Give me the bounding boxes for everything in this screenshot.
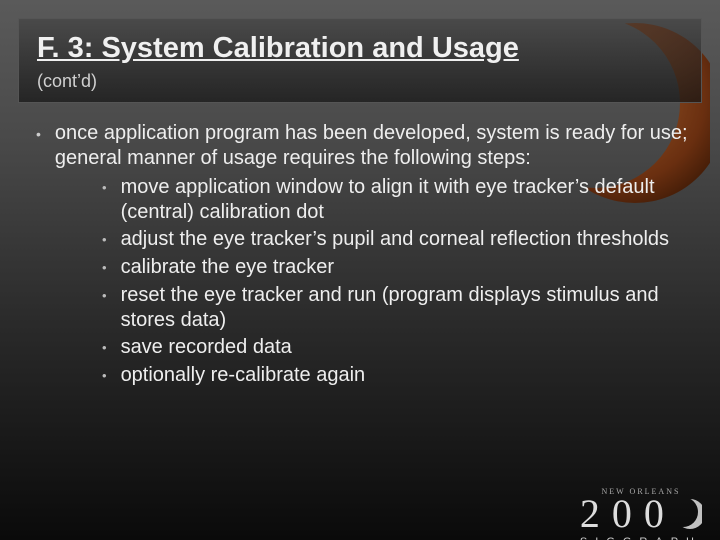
logo-digit: 0	[644, 494, 670, 534]
siggraph-logo: NEW ORLEANS 2 0 0 SIGGRAPH	[580, 487, 702, 540]
logo-org: SIGGRAPH	[580, 536, 702, 540]
bullet-dot-icon: •	[102, 227, 107, 253]
bullet-text: calibrate the eye tracker	[121, 255, 690, 280]
bullet-level2: • reset the eye tracker and run (program…	[102, 283, 690, 333]
slide-title: F. 3: System Calibration and Usage	[37, 33, 683, 65]
slide-body: • once application program has been deve…	[0, 103, 720, 389]
sub-bullet-list: • move application window to align it wi…	[36, 175, 690, 389]
header-box: F. 3: System Calibration and Usage (cont…	[18, 18, 702, 103]
bullet-level1: • once application program has been deve…	[36, 121, 690, 171]
bullet-dot-icon: •	[102, 283, 107, 309]
bullet-text: move application window to align it with…	[121, 175, 690, 225]
crescent-icon	[676, 497, 702, 531]
logo-digit: 2	[580, 494, 606, 534]
bullet-text: once application program has been develo…	[55, 121, 690, 171]
bullet-level2: • move application window to align it wi…	[102, 175, 690, 225]
bullet-text: optionally re-calibrate again	[121, 363, 690, 388]
bullet-dot-icon: •	[102, 175, 107, 201]
bullet-text: reset the eye tracker and run (program d…	[121, 283, 690, 333]
bullet-level2: • optionally re-calibrate again	[102, 363, 690, 389]
logo-location: NEW ORLEANS	[580, 487, 702, 496]
bullet-level2: • adjust the eye tracker’s pupil and cor…	[102, 227, 690, 253]
bullet-level2: • save recorded data	[102, 335, 690, 361]
bullet-text: save recorded data	[121, 335, 690, 360]
slide: F. 3: System Calibration and Usage (cont…	[0, 18, 720, 540]
bullet-dot-icon: •	[36, 121, 41, 147]
bullet-level2: • calibrate the eye tracker	[102, 255, 690, 281]
slide-subtitle: (cont’d)	[37, 71, 683, 92]
bullet-dot-icon: •	[102, 363, 107, 389]
logo-digit: 0	[612, 494, 638, 534]
bullet-text: adjust the eye tracker’s pupil and corne…	[121, 227, 690, 252]
bullet-dot-icon: •	[102, 255, 107, 281]
bullet-dot-icon: •	[102, 335, 107, 361]
logo-year: 2 0 0	[580, 494, 702, 534]
